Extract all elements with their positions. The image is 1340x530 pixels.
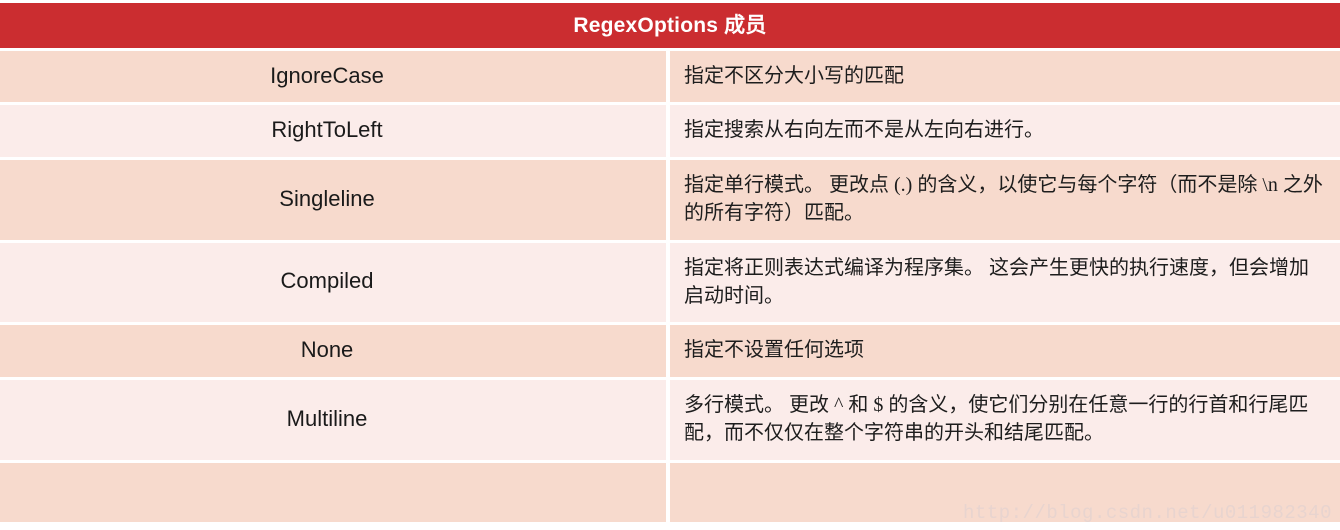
option-name-ignorecase: IgnoreCase (0, 48, 670, 103)
option-description-singleline: 指定单行模式。 更改点 (.) 的含义，以使它与每个字符（而不是除 \n 之外的… (670, 156, 1340, 240)
table-row: None 指定不设置任何选项 (0, 322, 1340, 377)
option-name-compiled: Compiled (0, 239, 670, 323)
regexoptions-members-table: RegexOptions 成员 IgnoreCase 指定不区分大小写的匹配 R… (0, 3, 1340, 522)
option-description-empty (670, 459, 1340, 522)
table-head: RegexOptions 成员 (0, 3, 1340, 48)
regexoptions-members-table-container: RegexOptions 成员 IgnoreCase 指定不区分大小写的匹配 R… (0, 0, 1340, 530)
option-description-multiline: 多行模式。 更改 ^ 和 $ 的含义，使它们分别在任意一行的行首和行尾匹配，而不… (670, 376, 1340, 460)
table-row: RightToLeft 指定搜索从右向左而不是从左向右进行。 (0, 102, 1340, 157)
option-name-singleline: Singleline (0, 156, 670, 240)
table-row: Compiled 指定将正则表达式编译为程序集。 这会产生更快的执行速度，但会增… (0, 239, 1340, 323)
option-name-righttoleft: RightToLeft (0, 102, 670, 157)
option-name-multiline: Multiline (0, 376, 670, 460)
table-title: RegexOptions 成员 (0, 3, 1340, 48)
table-row: Singleline 指定单行模式。 更改点 (.) 的含义，以使它与每个字符（… (0, 156, 1340, 240)
option-name-none: None (0, 322, 670, 377)
option-name-empty (0, 459, 670, 522)
option-description-none: 指定不设置任何选项 (670, 322, 1340, 377)
option-description-righttoleft: 指定搜索从右向左而不是从左向右进行。 (670, 102, 1340, 157)
table-row (0, 459, 1340, 522)
table-body: IgnoreCase 指定不区分大小写的匹配 RightToLeft 指定搜索从… (0, 48, 1340, 522)
table-row: IgnoreCase 指定不区分大小写的匹配 (0, 48, 1340, 103)
option-description-compiled: 指定将正则表达式编译为程序集。 这会产生更快的执行速度，但会增加启动时间。 (670, 239, 1340, 323)
option-description-ignorecase: 指定不区分大小写的匹配 (670, 48, 1340, 103)
table-header-row: RegexOptions 成员 (0, 3, 1340, 48)
table-row: Multiline 多行模式。 更改 ^ 和 $ 的含义，使它们分别在任意一行的… (0, 376, 1340, 460)
